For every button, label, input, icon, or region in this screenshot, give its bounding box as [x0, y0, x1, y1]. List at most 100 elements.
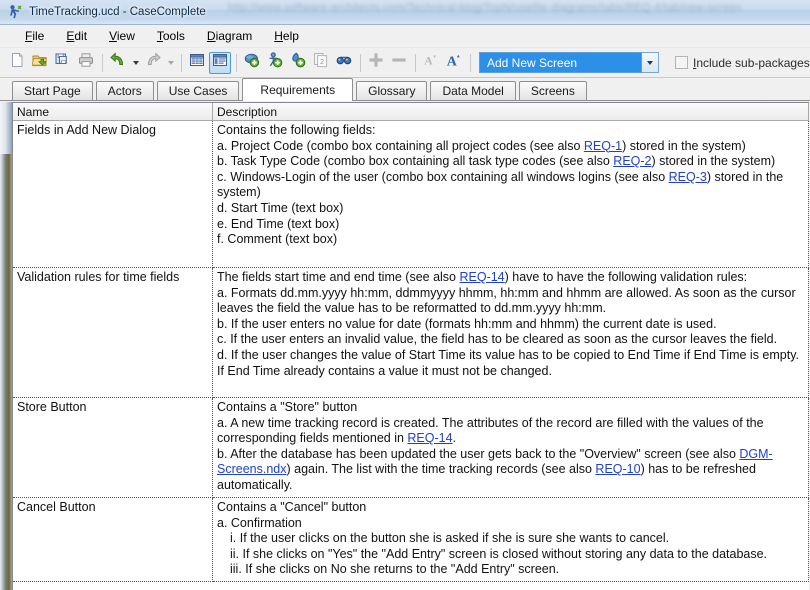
cell-name[interactable]: Fields in Add New Dialog	[13, 121, 213, 268]
description-text: e. End Time (text box)	[217, 216, 340, 231]
tab-glossary-label: Glossary	[368, 84, 416, 98]
description-text: d. If the user changes the value of Star…	[217, 347, 800, 378]
toolbar-separator-4	[360, 53, 361, 72]
description-text: Contains the following fields:	[217, 123, 376, 137]
description-line: iii. If she clicks on No she returns to …	[217, 562, 802, 578]
tab-start-page[interactable]: Start Page	[12, 81, 93, 100]
menu-diagram-label: iagram	[215, 28, 253, 43]
toolbar-separator-3	[236, 53, 237, 72]
tab-requirements[interactable]: Requirements	[242, 78, 354, 101]
menu-diagram[interactable]: Diagram	[196, 27, 263, 46]
column-header-description[interactable]: Description	[213, 103, 809, 121]
new-document-icon	[9, 52, 25, 73]
redo-button[interactable]	[142, 52, 164, 74]
menu-view[interactable]: View	[98, 27, 146, 46]
description-text: c. Windows-Login of the user (combo box …	[217, 169, 669, 184]
casecomplete-app-icon	[7, 4, 23, 20]
tab-data-model[interactable]: Data Model	[430, 81, 516, 100]
tab-glossary[interactable]: Glossary	[356, 81, 428, 100]
cell-name[interactable]: Cancel Button	[13, 498, 213, 582]
cell-description[interactable]: Contains a "Store" button a. A new time t…	[213, 398, 809, 498]
toolbar-separator-1	[102, 53, 103, 72]
include-sub-packages-label: Include sub-packages	[693, 56, 810, 70]
requirement-link[interactable]: REQ-3	[669, 170, 707, 184]
screen-selector-combobox[interactable]: Add New Screen	[479, 52, 659, 73]
cell-name[interactable]: Store Button	[13, 398, 213, 498]
description-line: e. End Time (text box)	[217, 217, 802, 233]
description-text: Contains a "Cancel" button	[217, 500, 367, 514]
redo-dropdown-arrow[interactable]	[165, 52, 176, 74]
undo-icon	[110, 52, 126, 73]
description-text: a. Project Code (combo box containing al…	[217, 138, 584, 153]
find-icon	[336, 52, 352, 73]
title-bar: http://www.software-architects.com/Techn…	[0, 0, 810, 25]
cell-name[interactable]: Validation rules for time fields	[13, 268, 213, 398]
table-row[interactable]: Validation rules for time fields The fiel…	[13, 268, 809, 398]
print-button[interactable]	[75, 52, 97, 74]
increase-font-button[interactable]: A	[443, 52, 465, 74]
tab-actors-label: Actors	[107, 84, 142, 98]
menu-file[interactable]: File	[14, 27, 55, 46]
tab-actors[interactable]: Actors	[95, 81, 154, 100]
description-line: The fields start time and end time (see …	[217, 270, 802, 286]
menu-help-accel: H	[274, 28, 283, 43]
table-row[interactable]: Cancel Button Contains a "Cancel" button a…	[13, 498, 809, 582]
menu-tools[interactable]: Tools	[146, 27, 196, 46]
add-actor-button[interactable]	[264, 52, 286, 74]
requirement-link[interactable]: REQ-10	[595, 462, 640, 476]
add-use-case-icon	[290, 52, 306, 73]
menu-bar: File Edit View Tools Diagram Help	[0, 25, 810, 48]
undo-button[interactable]	[107, 52, 129, 74]
description-line: a. Confirmation	[217, 516, 802, 532]
toolbar-separator-6	[470, 53, 471, 72]
description-text: ) again. The list with the time tracking…	[286, 462, 596, 477]
description-line: d. Start Time (text box)	[217, 201, 802, 217]
grid-view-button[interactable]	[186, 52, 208, 74]
add-use-case-button[interactable]	[287, 52, 309, 74]
svg-text:A: A	[424, 56, 433, 68]
menu-edit-label: dit	[74, 28, 88, 43]
checkbox-box-icon[interactable]	[675, 56, 688, 69]
tab-screens[interactable]: Screens	[518, 81, 587, 100]
description-line: b. Task Type Code (combo box containing …	[217, 154, 802, 170]
screen-selector-field[interactable]: Add New Screen	[479, 52, 642, 73]
svg-text:A: A	[447, 54, 458, 68]
requirement-link[interactable]: REQ-2	[613, 154, 651, 168]
decrease-font-button[interactable]: A	[420, 52, 442, 74]
cell-description[interactable]: Contains the following fields: a. Project…	[213, 121, 809, 268]
undo-dropdown-arrow[interactable]	[130, 52, 141, 74]
new-document-button[interactable]	[6, 52, 28, 74]
tab-use-cases[interactable]: Use Cases	[156, 81, 240, 100]
description-text: a. Confirmation	[217, 515, 302, 530]
description-line: d. If the user changes the value of Star…	[217, 348, 802, 379]
table-row[interactable]: Store Button Contains a "Store" button a. …	[13, 398, 809, 498]
detail-view-button[interactable]	[209, 51, 231, 74]
requirement-link[interactable]: REQ-14	[407, 431, 452, 445]
add-row-button[interactable]	[365, 52, 387, 74]
table-row[interactable]: Fields in Add New Dialog Contains the fol…	[13, 121, 809, 268]
cell-description[interactable]: Contains a "Cancel" button a. Confirmatio…	[213, 498, 809, 582]
remove-row-button[interactable]	[388, 52, 410, 74]
menu-view-label: iew	[116, 28, 135, 43]
decrease-font-icon: A	[423, 52, 439, 73]
save-all-button[interactable]	[52, 52, 74, 74]
menu-help[interactable]: Help	[263, 27, 310, 46]
find-button[interactable]	[333, 52, 355, 74]
menu-edit[interactable]: Edit	[55, 27, 98, 46]
add-row-icon	[368, 52, 384, 73]
column-header-name[interactable]: Name	[13, 103, 213, 121]
add-requirement-button[interactable]	[241, 52, 263, 74]
include-sub-packages-checkbox[interactable]: Include sub-packages	[675, 56, 810, 70]
chevron-down-icon[interactable]	[642, 52, 659, 73]
grid-body: Fields in Add New Dialog Contains the fol…	[13, 121, 809, 582]
cell-description[interactable]: The fields start time and end time (see …	[213, 268, 809, 398]
requirement-link[interactable]: REQ-14	[459, 270, 504, 284]
duplicate-button[interactable]: 2	[310, 52, 332, 74]
menu-file-label: ile	[32, 28, 45, 43]
description-line: b. If the user enters no value for date …	[217, 317, 802, 333]
description-line: c. Windows-Login of the user (combo box …	[217, 170, 802, 201]
description-text: a. A new time tracking record is created…	[217, 415, 764, 446]
tab-start-page-label: Start Page	[24, 84, 81, 98]
open-folder-button[interactable]	[29, 52, 51, 74]
requirement-link[interactable]: REQ-1	[584, 139, 622, 153]
